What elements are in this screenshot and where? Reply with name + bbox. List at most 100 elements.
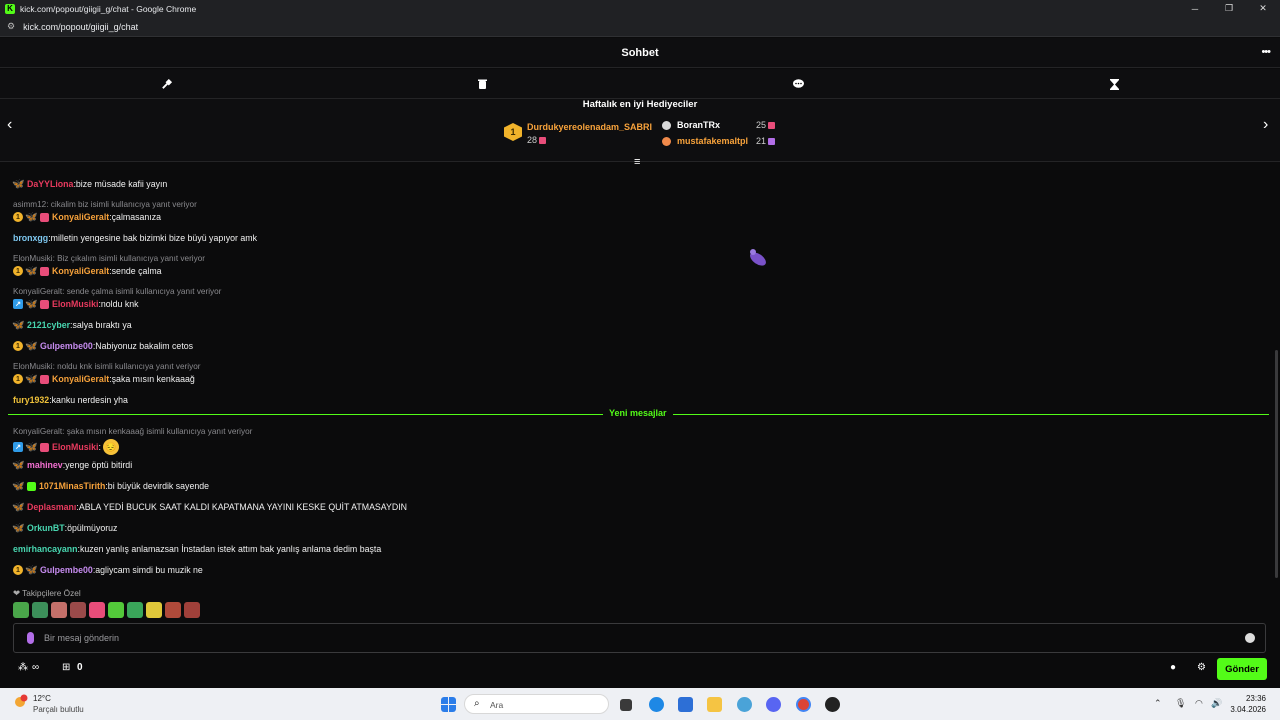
microphone-tray-icon[interactable]: 🎙: [1175, 698, 1186, 709]
trash-icon[interactable]: [475, 77, 489, 91]
chevron-right-icon[interactable]: ›: [1263, 116, 1268, 134]
chat-bubble-icon[interactable]: ●: [1170, 662, 1176, 673]
message-username[interactable]: KonyaliGeralt: [52, 266, 109, 276]
microphone-icon[interactable]: [27, 632, 34, 644]
bronze-medal-icon: [662, 137, 671, 146]
message-username[interactable]: fury1932: [13, 395, 49, 405]
chat-scrollbar[interactable]: [1275, 350, 1278, 578]
chevron-up-icon[interactable]: ⌃: [1154, 698, 1162, 709]
butterfly-badge-icon: 🦋: [25, 211, 38, 223]
message-username[interactable]: bronxgg: [13, 233, 48, 243]
wifi-icon[interactable]: ◠: [1195, 698, 1203, 709]
emote[interactable]: [165, 602, 181, 618]
points-icon[interactable]: ⁂: [18, 662, 28, 673]
message-username[interactable]: DaYYLiona: [27, 179, 73, 189]
file-explorer-icon[interactable]: [707, 697, 722, 712]
emote[interactable]: [146, 602, 162, 618]
chat-message[interactable]: 🦋 1071MinasTirith: bi büyük devirdik saye…: [12, 480, 209, 492]
settings-app-icon[interactable]: [737, 697, 752, 712]
top-gifter-name: Durdukyereolenadam_SABRI: [527, 122, 653, 132]
message-username[interactable]: ElonMusiki: [52, 299, 98, 309]
browser-titlebar: K kick.com/popout/giigii_g/chat - Google…: [0, 0, 1280, 17]
chat-message[interactable]: 1 🦋 KonyaliGeralt: sende çalma: [13, 265, 162, 277]
reply-context[interactable]: asimm12: cikalim biz isimli kullanıcıya …: [13, 200, 197, 209]
chat-input-box[interactable]: [13, 623, 1266, 653]
weather-icon[interactable]: [12, 693, 30, 711]
task-view-icon[interactable]: [620, 699, 632, 711]
emote[interactable]: [127, 602, 143, 618]
discord-icon[interactable]: [766, 697, 781, 712]
chat-message[interactable]: emirhancayann: kuzen yanlış anlamazsan İ…: [13, 544, 381, 554]
store-icon[interactable]: [678, 697, 693, 712]
chat-message[interactable]: 1 🦋 Gulpembe00: Nabiyonuz bakalim cetos: [13, 341, 193, 352]
gear-icon[interactable]: ⚙: [1197, 662, 1206, 673]
chat-message[interactable]: 1 🦋 KonyaliGeralt: çalmasanıza: [13, 211, 161, 223]
message-username[interactable]: 2121cyber: [27, 320, 70, 330]
message-username[interactable]: Deplasmanı: [27, 502, 76, 512]
reply-context[interactable]: KonyaliGeralt: sende çalma isimli kullan…: [13, 287, 221, 296]
emote[interactable]: [184, 602, 200, 618]
site-settings-icon[interactable]: ⚙: [7, 21, 15, 32]
chat-bubble-icon[interactable]: [791, 77, 805, 91]
message-username[interactable]: Gulpembe00: [40, 341, 93, 351]
reply-context[interactable]: KonyaliGeralt: şaka mısın kenkaaağ isiml…: [13, 427, 252, 436]
heart-icon: ❤: [13, 588, 20, 598]
chrome-icon[interactable]: [796, 697, 811, 712]
chat-message[interactable]: ↗ 🦋 ElonMusiki: 😔: [13, 439, 119, 455]
chat-message[interactable]: 🦋 mahinev: yenge öptü bitirdi: [12, 460, 132, 471]
chat-message[interactable]: fury1932: kanku nerdesin yha: [13, 395, 128, 405]
gifter-row[interactable]: BoranTRx 25: [662, 120, 782, 132]
butterfly-badge-icon: 🦋: [12, 178, 25, 190]
taskbar-search[interactable]: ⌕ Ara: [464, 694, 609, 714]
emoji-picker-icon[interactable]: [1245, 633, 1255, 643]
gifter-row[interactable]: mustafakemaltpl 21: [662, 136, 782, 148]
minimize-button[interactable]: ─: [1178, 0, 1212, 17]
chat-message[interactable]: 1 🦋 KonyaliGeralt: şaka mısın kenkaaağ: [13, 374, 195, 385]
message-username[interactable]: KonyaliGeralt: [52, 374, 109, 384]
windows-start-icon[interactable]: [441, 697, 456, 712]
message-username[interactable]: KonyaliGeralt: [52, 212, 109, 222]
reply-context[interactable]: ElonMusiki: noldu knk isimli kullanıcıya…: [13, 362, 200, 371]
chat-message[interactable]: 🦋 OrkunBT: öpülmüyoruz: [12, 523, 117, 534]
more-options-button[interactable]: •••: [1261, 46, 1271, 58]
gift-shop-icon[interactable]: ⊞: [62, 662, 70, 673]
message-username[interactable]: emirhancayann: [13, 544, 78, 554]
hammer-icon[interactable]: [159, 77, 173, 91]
address-bar[interactable]: ⚙ kick.com/popout/giigii_g/chat: [0, 17, 1280, 37]
emote[interactable]: [108, 602, 124, 618]
message-username[interactable]: OrkunBT: [27, 523, 65, 533]
chat-message[interactable]: 🦋 Deplasmanı: ABLA YEDİ BUCUK SAAT KALDI …: [12, 502, 407, 513]
search-placeholder: Ara: [490, 700, 504, 710]
restore-button[interactable]: ❐: [1212, 0, 1246, 17]
message-username[interactable]: ElonMusiki: [52, 442, 98, 452]
close-button[interactable]: ✕: [1246, 0, 1280, 17]
butterfly-badge-icon: 🦋: [25, 298, 38, 310]
gift-badge-icon: [40, 374, 49, 384]
volume-icon[interactable]: 🔊: [1211, 698, 1222, 709]
system-clock[interactable]: 23:36 3.04.2026: [1230, 693, 1266, 715]
butterfly-badge-icon: 🦋: [25, 265, 38, 277]
emote[interactable]: [13, 602, 29, 618]
gifters-title: Haftalık en iyi Hediyeciler: [582, 99, 698, 110]
message-username[interactable]: 1071MinasTirith: [39, 481, 105, 491]
message-username[interactable]: Gulpembe00: [40, 565, 93, 575]
message-input[interactable]: [44, 630, 1224, 646]
butterfly-badge-icon: 🦋: [12, 480, 25, 492]
chat-message[interactable]: ↗ 🦋 ElonMusiki: noldu knk: [13, 298, 139, 310]
send-button[interactable]: Gönder: [1217, 658, 1267, 680]
chat-message[interactable]: 🦋 2121cyber: salya bıraktı ya: [12, 320, 131, 331]
edge-icon[interactable]: [649, 697, 664, 712]
emote[interactable]: [51, 602, 67, 618]
emote[interactable]: [70, 602, 86, 618]
chevron-left-icon[interactable]: ‹: [7, 116, 12, 134]
chat-message[interactable]: 1 🦋 Gulpembe00: agliycam simdi bu muzik ne: [13, 565, 203, 576]
chat-message[interactable]: 🦋 DaYYLiona: bize müsade kafii yayın: [12, 178, 167, 190]
url-text[interactable]: kick.com/popout/giigii_g/chat: [23, 22, 138, 32]
emote[interactable]: [89, 602, 105, 618]
hourglass-icon[interactable]: [1107, 77, 1121, 91]
chat-message[interactable]: bronxgg: milletin yengesine bak bizimki …: [13, 233, 257, 243]
emote[interactable]: [32, 602, 48, 618]
app-icon[interactable]: [825, 697, 840, 712]
reply-context[interactable]: ElonMusiki: Biz çıkalım isimli kullanıcı…: [13, 254, 205, 263]
message-username[interactable]: mahinev: [27, 460, 63, 470]
